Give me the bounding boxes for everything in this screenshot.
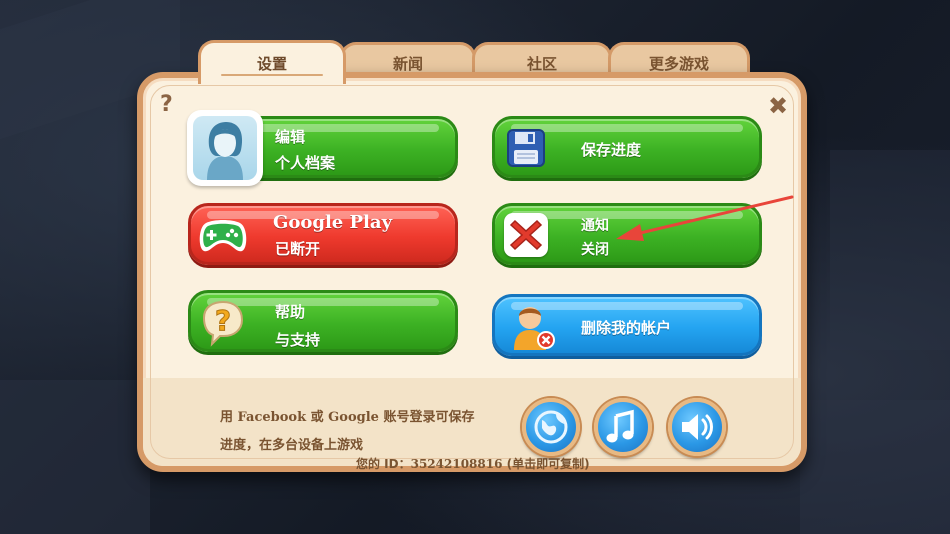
help-line1: 帮助 xyxy=(275,303,306,321)
speaker-icon xyxy=(682,414,713,440)
save-progress-label: 保存进度 xyxy=(581,141,642,159)
tab-settings[interactable]: 设置 xyxy=(198,40,346,84)
globe-icon xyxy=(534,410,568,444)
login-hint-line1: 用 Facebook 或 Google 账号登录可保存 xyxy=(220,406,474,425)
player-id-hint: (单击即可复制) xyxy=(502,457,590,471)
edit-profile-line1: 编辑 xyxy=(275,128,306,146)
bg-tent-shape xyxy=(800,400,950,534)
player-id[interactable]: 您的 ID：35242108816 (单击即可复制) xyxy=(356,455,590,472)
bg-floor-shape xyxy=(0,380,150,534)
google-play-title: Google Play xyxy=(273,212,393,233)
login-hint-post: 账号登录可保存 xyxy=(378,410,475,425)
login-hint-mid: 或 xyxy=(306,410,329,425)
sound-button[interactable] xyxy=(668,398,726,456)
player-id-label: 您的 ID： xyxy=(356,457,411,471)
facebook-word: Facebook xyxy=(237,410,307,425)
svg-text:?: ? xyxy=(215,304,231,337)
x-mark-icon xyxy=(504,213,548,257)
tab-community-label: 社区 xyxy=(526,55,557,73)
floppy-disk-icon xyxy=(506,128,546,168)
delete-account-label: 删除我的帐户 xyxy=(581,319,672,337)
notifications-title: 通知 xyxy=(581,218,609,234)
globe-button[interactable] xyxy=(522,398,580,456)
tab-news-label: 新闻 xyxy=(392,55,423,73)
help-line2: 与支持 xyxy=(275,331,321,349)
question-bubble-icon: ? xyxy=(198,298,248,350)
tab-settings-label: 设置 xyxy=(256,55,287,73)
question-mark-icon[interactable]: ? xyxy=(160,92,173,117)
bg-wall-shape xyxy=(830,150,950,350)
google-word: Google xyxy=(328,410,379,425)
google-play-status: 已断开 xyxy=(275,240,321,258)
music-button[interactable] xyxy=(594,398,652,456)
user-delete-icon xyxy=(508,300,558,352)
login-hint-pre: 用 xyxy=(220,410,238,425)
avatar-icon xyxy=(187,110,263,186)
music-note-icon xyxy=(606,409,634,443)
edit-profile-line2: 个人档案 xyxy=(275,154,336,172)
tab-underline xyxy=(221,74,323,76)
login-hint-line2: 进度，在多台设备上游戏 xyxy=(220,438,364,453)
player-id-value: 35242108816 xyxy=(410,457,503,471)
tab-more-games-label: 更多游戏 xyxy=(648,55,709,73)
gamepad-icon xyxy=(198,213,248,257)
close-x-icon[interactable]: ✖ xyxy=(768,92,788,120)
notifications-status: 关闭 xyxy=(581,242,609,258)
